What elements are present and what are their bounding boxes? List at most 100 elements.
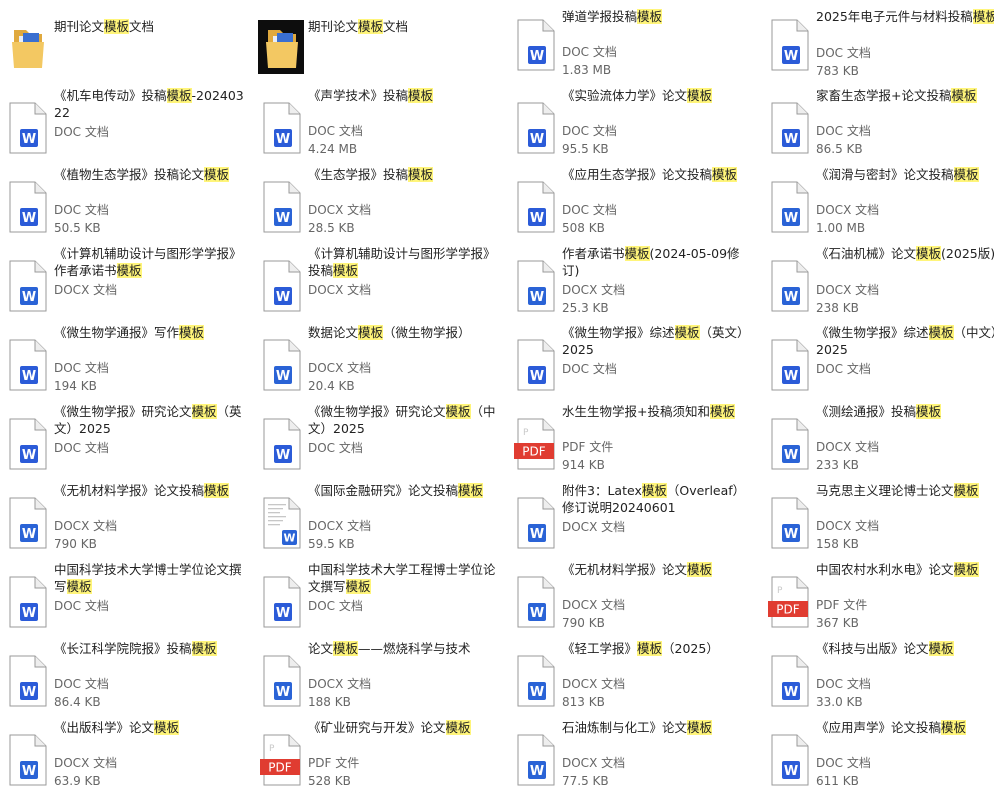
- file-item[interactable]: 期刊论文模板文档: [0, 8, 252, 87]
- file-name: 《声学技术》投稿模板: [308, 87, 500, 104]
- file-item[interactable]: W 《计算机辅助设计与图形学学报》投稿模板 DOCX 文档: [254, 245, 506, 324]
- file-item[interactable]: W 2025年电子元件与材料投稿模板 DOC 文档 783 KB: [762, 8, 994, 87]
- svg-text:W: W: [530, 290, 544, 305]
- file-type: PDF 文件: [562, 440, 614, 454]
- docx-icon: W: [4, 496, 50, 550]
- file-item[interactable]: W 《无机材料学报》论文模板 DOCX 文档 790 KB: [508, 561, 760, 640]
- keyword-highlight: 模板: [333, 641, 359, 656]
- file-name: 期刊论文模板文档: [54, 18, 246, 35]
- doc-icon: W: [766, 733, 812, 787]
- file-item[interactable]: W 附件3：Latex模板（Overleaf）修订说明20240601 DOCX 文…: [508, 482, 760, 561]
- file-item[interactable]: W 《无机材料学报》论文投稿模板 DOCX 文档 790 KB: [0, 482, 252, 561]
- file-name: 《计算机辅助设计与图形学学报》作者承诺书模板: [54, 245, 246, 279]
- file-size: 611 KB: [816, 774, 859, 788]
- file-item[interactable]: PDF P 中国农村水利水电》论文模板 PDF 文件 367 KB: [762, 561, 994, 640]
- file-name: 《科技与出版》论文模板: [816, 640, 994, 657]
- file-item[interactable]: W 《微生物学报》研究论文模板（中文）2025 DOC 文档: [254, 403, 506, 482]
- svg-text:W: W: [784, 527, 798, 542]
- file-name-text: (2025版): [941, 246, 994, 261]
- doc-icon: W: [258, 259, 304, 313]
- svg-text:W: W: [784, 211, 798, 226]
- file-item[interactable]: W 弹道学报投稿模板 DOC 文档 1.83 MB: [508, 8, 760, 87]
- file-item[interactable]: W 《国际金融研究》论文投稿模板 DOCX 文档 59.5 KB: [254, 482, 506, 561]
- file-item[interactable]: W 《声学技术》投稿模板 DOC 文档 4.24 MB: [254, 87, 506, 166]
- file-item[interactable]: W 中国科学技术大学博士学位论文撰写模板 DOC 文档: [0, 561, 252, 640]
- file-type: DOC 文档: [816, 677, 871, 691]
- file-name: 《微生物学报》研究论文模板（中文）2025: [308, 403, 500, 437]
- docx-icon: W: [258, 654, 304, 708]
- file-item[interactable]: W 《机车电传动》投稿模板-20240322 DOC 文档: [0, 87, 252, 166]
- file-item[interactable]: W 《出版科学》论文模板 DOCX 文档 63.9 KB: [0, 719, 252, 798]
- file-item[interactable]: W 《长江科学院院报》投稿模板 DOC 文档 86.4 KB: [0, 640, 252, 719]
- file-item[interactable]: W 中国科学技术大学工程博士学位论文撰写模板 DOC 文档: [254, 561, 506, 640]
- file-item[interactable]: W 马克思主义理论博士论文模板 DOCX 文档 158 KB: [762, 482, 994, 561]
- file-name: 《计算机辅助设计与图形学学报》投稿模板: [308, 245, 500, 279]
- file-name-text: 《计算机辅助设计与图形学学报》作者承诺书: [54, 246, 242, 278]
- file-item[interactable]: W 论文模板——燃烧科学与技术 DOCX 文档 188 KB: [254, 640, 506, 719]
- file-name-text: 《应用生态学报》论文投稿: [562, 167, 713, 182]
- file-item[interactable]: PDF P 《矿业研究与开发》论文模板 PDF 文件 528 KB: [254, 719, 506, 798]
- file-name: 家畜生态学报+论文投稿模板: [816, 87, 994, 104]
- file-item[interactable]: W 作者承诺书模板(2024-05-09修订) DOCX 文档 25.3 KB: [508, 245, 760, 324]
- svg-text:W: W: [284, 532, 296, 545]
- file-name-text: 《长江科学院院报》投稿: [54, 641, 192, 656]
- doc-icon: W: [766, 18, 812, 72]
- file-name-text: 家畜生态学报+论文投稿: [816, 88, 952, 103]
- file-size: 50.5 KB: [54, 221, 101, 235]
- file-item[interactable]: W 《计算机辅助设计与图形学学报》作者承诺书模板 DOCX 文档: [0, 245, 252, 324]
- file-item[interactable]: W 《石油机械》论文模板(2025版) DOCX 文档 238 KB: [762, 245, 994, 324]
- svg-text:W: W: [276, 290, 290, 305]
- file-item[interactable]: W 《测绘通报》投稿模板 DOCX 文档 233 KB: [762, 403, 994, 482]
- docx-icon: W: [4, 259, 50, 313]
- file-name-text: 数据论文: [308, 325, 359, 340]
- file-type: DOCX 文档: [308, 677, 372, 691]
- file-name-text: 《微生物学报》综述: [562, 325, 675, 340]
- file-item[interactable]: W 石油炼制与化工》论文模板 DOCX 文档 77.5 KB: [508, 719, 760, 798]
- file-item[interactable]: W 《润滑与密封》论文投稿模板 DOCX 文档 1.00 MB: [762, 166, 994, 245]
- docx-icon: W: [512, 496, 558, 550]
- svg-text:P: P: [523, 428, 529, 438]
- svg-text:W: W: [530, 369, 544, 384]
- file-item[interactable]: W 《植物生态学报》投稿论文模板 DOC 文档 50.5 KB: [0, 166, 252, 245]
- keyword-highlight: 模板: [941, 720, 967, 735]
- file-size: 813 KB: [562, 695, 605, 709]
- file-item[interactable]: W 《微生物学报》综述模板（英文）2025 DOC 文档: [508, 324, 760, 403]
- file-type: DOCX 文档: [308, 283, 372, 297]
- doc-icon: W: [4, 654, 50, 708]
- file-item[interactable]: W 《微生物学报》研究论文模板（英文）2025 DOC 文档: [0, 403, 252, 482]
- file-item[interactable]: W 数据论文模板（微生物学报） DOCX 文档 20.4 KB: [254, 324, 506, 403]
- file-name: 《矿业研究与开发》论文模板: [308, 719, 500, 736]
- keyword-highlight: 模板: [953, 562, 979, 577]
- file-item[interactable]: W 《科技与出版》论文模板 DOC 文档 33.0 KB: [762, 640, 994, 719]
- keyword-highlight: 模板: [972, 9, 994, 24]
- file-item[interactable]: W 家畜生态学报+论文投稿模板 DOC 文档 86.5 KB: [762, 87, 994, 166]
- file-name: 《国际金融研究》论文投稿模板: [308, 482, 500, 499]
- file-item[interactable]: 期刊论文模板文档: [254, 8, 506, 87]
- file-name-text: 《润滑与密封》论文投稿: [816, 167, 954, 182]
- file-name: 《微生物学报》综述模板（英文）2025: [562, 324, 754, 358]
- file-item[interactable]: W 《应用声学》论文投稿模板 DOC 文档 611 KB: [762, 719, 994, 798]
- file-name-text: 《微生物学报》研究论文: [308, 404, 446, 419]
- svg-text:W: W: [530, 132, 544, 147]
- file-name: 《实验流体力学》论文模板: [562, 87, 754, 104]
- keyword-highlight: 模板: [637, 641, 663, 656]
- file-item[interactable]: W 《应用生态学报》论文投稿模板 DOC 文档 508 KB: [508, 166, 760, 245]
- file-item[interactable]: W 《微生物学通报》写作模板 DOC 文档 194 KB: [0, 324, 252, 403]
- file-type: DOCX 文档: [308, 519, 372, 533]
- docx-icon: W: [512, 575, 558, 629]
- file-item[interactable]: W 《实验流体力学》论文模板 DOC 文档 95.5 KB: [508, 87, 760, 166]
- file-name: 石油炼制与化工》论文模板: [562, 719, 754, 736]
- file-name-text: 期刊论文: [54, 19, 105, 34]
- file-type: DOCX 文档: [54, 756, 118, 770]
- keyword-highlight: 模板: [709, 404, 735, 419]
- file-item[interactable]: W 《轻工学报》模板（2025） DOCX 文档 813 KB: [508, 640, 760, 719]
- doc-icon: W: [4, 338, 50, 392]
- docx-icon: W: [766, 180, 812, 234]
- file-item[interactable]: W 《微生物学报》综述模板（中文）2025 DOC 文档: [762, 324, 994, 403]
- file-type: DOCX 文档: [816, 440, 880, 454]
- file-name: 《石油机械》论文模板(2025版): [816, 245, 994, 262]
- file-item[interactable]: W 《生态学报》投稿模板 DOCX 文档 28.5 KB: [254, 166, 506, 245]
- svg-text:W: W: [276, 606, 290, 621]
- file-item[interactable]: PDF P 水生生物学报+投稿须知和模板 PDF 文件 914 KB: [508, 403, 760, 482]
- file-name: 《长江科学院院报》投稿模板: [54, 640, 246, 657]
